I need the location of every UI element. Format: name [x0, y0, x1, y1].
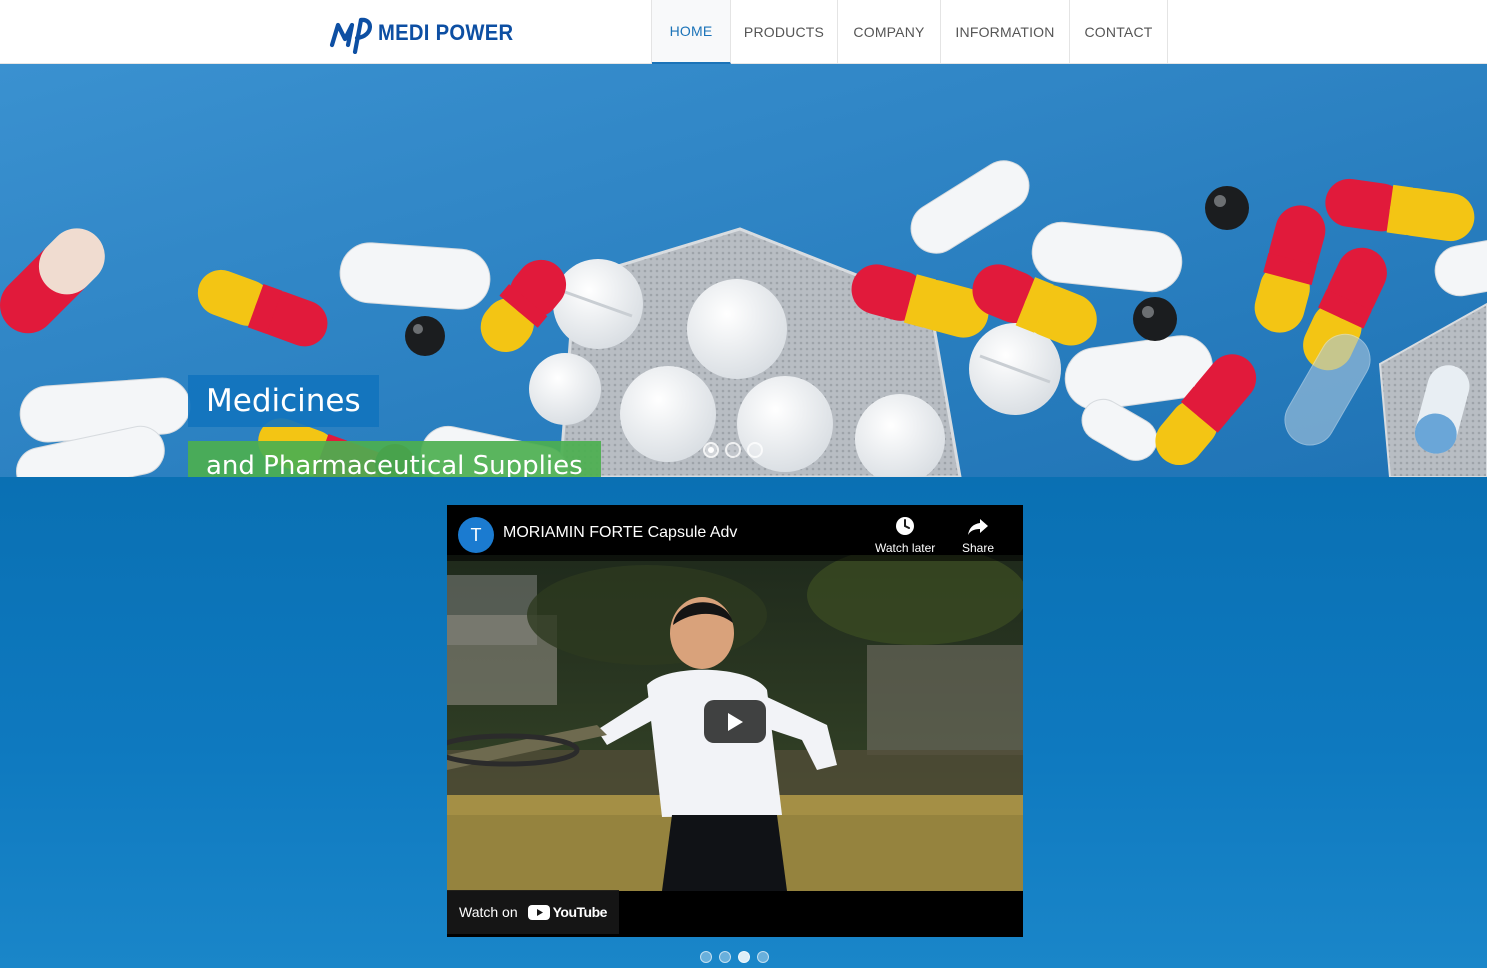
- watch-on-youtube-button[interactable]: Watch on YouTube: [447, 890, 619, 934]
- youtube-logo: YouTube: [527, 904, 608, 920]
- main-nav: HOME PRODUCTS COMPANY INFORMATION CONTAC…: [651, 0, 1168, 64]
- video-header: T MORIAMIN FORTE Capsule Adv Watch later…: [447, 505, 1023, 561]
- video-carousel-pagination: [700, 951, 769, 963]
- play-button[interactable]: [704, 700, 766, 743]
- share-button[interactable]: Share: [962, 515, 994, 555]
- video-dot-4[interactable]: [757, 951, 769, 963]
- site-header: MEDI POWER HOME PRODUCTS COMPANY INFORMA…: [0, 0, 1487, 64]
- hero-dot-3[interactable]: [747, 442, 763, 458]
- youtube-play-icon: [527, 904, 550, 920]
- hero-caption-primary: Medicines: [188, 375, 379, 427]
- video-dot-3[interactable]: [738, 951, 750, 963]
- clock-icon: [896, 517, 915, 535]
- watch-on-label: Watch on: [459, 904, 518, 920]
- hero-pagination: [703, 442, 763, 458]
- video-dot-1[interactable]: [700, 951, 712, 963]
- nav-information[interactable]: INFORMATION: [941, 0, 1070, 64]
- youtube-embed[interactable]: T MORIAMIN FORTE Capsule Adv Watch later…: [447, 505, 1023, 937]
- youtube-wordmark: YouTube: [552, 904, 608, 920]
- video-dot-2[interactable]: [719, 951, 731, 963]
- watch-later-button[interactable]: Watch later: [875, 515, 935, 555]
- nav-contact[interactable]: CONTACT: [1070, 0, 1168, 64]
- play-icon: [728, 712, 743, 731]
- share-arrow-icon: [968, 519, 989, 535]
- nav-products[interactable]: PRODUCTS: [731, 0, 838, 64]
- hero-dot-2[interactable]: [725, 442, 741, 458]
- watch-later-label: Watch later: [875, 541, 936, 555]
- mp-logo-icon: [329, 17, 372, 54]
- video-title[interactable]: MORIAMIN FORTE Capsule Adv: [503, 524, 737, 542]
- channel-avatar[interactable]: T: [458, 517, 494, 553]
- nav-company[interactable]: COMPANY: [838, 0, 941, 64]
- hero-dot-1[interactable]: [703, 442, 719, 458]
- hero-caption-secondary: and Pharmaceutical Supplies: [188, 441, 601, 477]
- share-label: Share: [962, 541, 995, 555]
- nav-home[interactable]: HOME: [652, 0, 731, 64]
- hero-slider: Medicines and Pharmaceutical Supplies: [0, 64, 1487, 477]
- site-logo[interactable]: MEDI POWER: [328, 12, 525, 54]
- brand-name: MEDI POWER: [378, 20, 514, 45]
